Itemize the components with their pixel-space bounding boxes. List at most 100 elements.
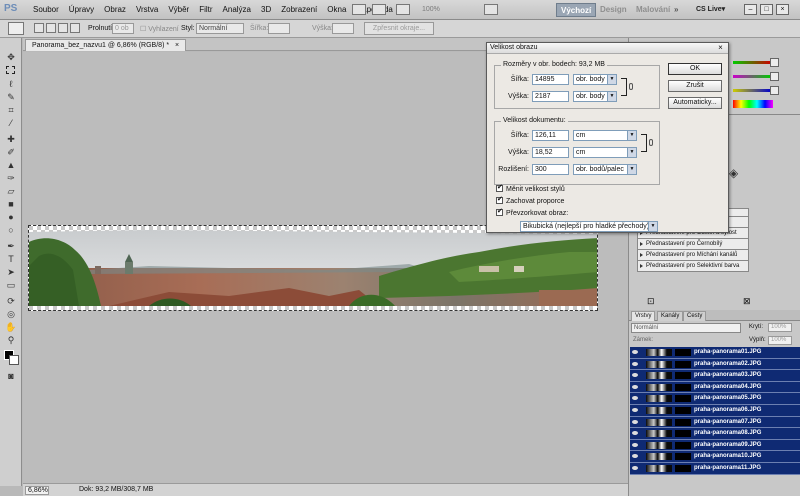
- path-selection-icon[interactable]: ➤: [5, 267, 17, 277]
- blend-mode-select[interactable]: Normální: [631, 323, 741, 333]
- fill-input[interactable]: 100%: [768, 336, 792, 345]
- eye-icon[interactable]: [632, 350, 638, 354]
- doc-width-unit-select[interactable]: cm ▼: [573, 130, 637, 141]
- hand-tool-icon[interactable]: ✋: [5, 322, 17, 332]
- menu-3d[interactable]: 3D: [256, 5, 276, 14]
- doc-height-unit-select[interactable]: cm ▼: [573, 147, 637, 158]
- pixel-width-unit-select[interactable]: obr. body ▼: [573, 74, 617, 85]
- adjustment-preset-item[interactable]: Přednastavení pro Míchání kanálů: [637, 250, 749, 261]
- quick-mask-icon[interactable]: ◙: [5, 371, 17, 381]
- eye-icon[interactable]: [632, 373, 638, 378]
- crop-tool-icon[interactable]: ⌗: [5, 105, 17, 115]
- adjustment-icon[interactable]: ◈: [729, 166, 738, 180]
- launch-minibridge-icon[interactable]: [372, 4, 386, 15]
- layer-row[interactable]: praha-panorama01.JPG: [630, 347, 800, 359]
- pen-tool-icon[interactable]: ✒: [5, 241, 17, 251]
- height-input[interactable]: [332, 23, 354, 34]
- layer-row[interactable]: praha-panorama11.JPG: [630, 462, 800, 475]
- cs-live-button[interactable]: CS Live▾: [696, 5, 725, 13]
- dialog-close-icon[interactable]: ×: [716, 44, 725, 53]
- clone-stamp-icon[interactable]: ▲: [5, 160, 17, 170]
- auto-button[interactable]: Automaticky...: [668, 97, 722, 109]
- width-input[interactable]: [268, 23, 290, 34]
- layer-row[interactable]: praha-panorama10.JPG: [630, 451, 800, 463]
- marquee-tool-icon[interactable]: [6, 66, 15, 74]
- red-slider-track[interactable]: [733, 61, 771, 64]
- clip-layer-icon[interactable]: ⊡: [647, 296, 655, 307]
- layer-row[interactable]: praha-panorama02.JPG: [630, 358, 800, 371]
- opacity-input[interactable]: 100%: [768, 323, 792, 332]
- restore-icon[interactable]: □: [760, 4, 773, 15]
- dodge-tool-icon[interactable]: ○: [5, 225, 17, 235]
- adjustment-preset-item[interactable]: Přednastavení pro Selektivní barva: [637, 261, 749, 272]
- adjustment-delete-icon[interactable]: ⊠: [743, 296, 751, 307]
- style-select[interactable]: Normální: [196, 23, 244, 34]
- eye-icon[interactable]: [632, 431, 638, 436]
- panorama-image[interactable]: [28, 225, 598, 311]
- lasso-tool-icon[interactable]: ℓ: [5, 79, 17, 89]
- background-color-swatch[interactable]: [9, 355, 19, 365]
- resample-checkbox[interactable]: Převzorkovat obraz:: [496, 208, 568, 217]
- zoom-tool-icon[interactable]: ⚲: [5, 335, 17, 345]
- workspace-painting[interactable]: Malování: [632, 3, 674, 17]
- antialias-checkbox[interactable]: ☐ Vyhlazení: [140, 25, 179, 33]
- blue-slider-value[interactable]: [770, 86, 779, 95]
- eraser-tool-icon[interactable]: ▱: [5, 186, 17, 196]
- green-slider-track[interactable]: [733, 75, 771, 78]
- menu-obraz[interactable]: Obraz: [99, 5, 131, 14]
- color-spectrum[interactable]: [733, 100, 773, 108]
- scale-styles-checkbox[interactable]: Měnit velikost stylů: [496, 184, 565, 193]
- ok-button[interactable]: OK: [668, 63, 722, 75]
- menu-vyber[interactable]: Výběr: [163, 5, 194, 14]
- type-tool-icon[interactable]: T: [5, 254, 17, 264]
- workspace-default[interactable]: Výchozí: [556, 3, 597, 17]
- shape-tool-icon[interactable]: ▭: [5, 280, 17, 290]
- menu-upravy[interactable]: Úpravy: [64, 5, 99, 14]
- resolution-input[interactable]: 300: [532, 164, 569, 175]
- document-tab[interactable]: Panorama_bez_nazvu1 @ 6,86% (RGB/8) * ×: [25, 39, 187, 51]
- tab-layers[interactable]: Vrstvy: [631, 311, 656, 321]
- arrange-documents-icon[interactable]: [396, 4, 410, 15]
- doc-height-input[interactable]: 18,52: [532, 147, 569, 158]
- adjustment-preset-item[interactable]: Přednastavení pro Černobílý: [637, 239, 749, 250]
- menu-zobrazeni[interactable]: Zobrazení: [276, 5, 322, 14]
- menu-analyza[interactable]: Analýza: [218, 5, 256, 14]
- eye-icon[interactable]: [632, 384, 638, 389]
- intersect-selection-icon[interactable]: [70, 23, 80, 33]
- add-selection-icon[interactable]: [46, 23, 56, 33]
- eye-icon[interactable]: [632, 442, 638, 447]
- pixel-height-input[interactable]: 2187: [532, 91, 569, 102]
- red-slider-value[interactable]: [770, 58, 779, 67]
- layer-row[interactable]: praha-panorama07.JPG: [630, 416, 800, 429]
- zoom-readout[interactable]: 100%: [422, 6, 440, 13]
- status-zoom-input[interactable]: 6,86%: [25, 486, 49, 495]
- constrain-proportions-checkbox[interactable]: Zachovat proporce: [496, 196, 564, 205]
- history-brush-icon[interactable]: ✑: [5, 173, 17, 183]
- eye-icon[interactable]: [632, 396, 638, 401]
- layer-row[interactable]: praha-panorama05.JPG: [630, 393, 800, 405]
- new-selection-icon[interactable]: [34, 23, 44, 33]
- blue-slider-track[interactable]: [733, 89, 771, 92]
- close-window-icon[interactable]: ×: [776, 4, 789, 15]
- green-slider-value[interactable]: [770, 72, 779, 81]
- menu-filtr[interactable]: Filtr: [194, 5, 217, 14]
- refine-edge-button[interactable]: Zpřesnit okraje...: [364, 22, 434, 35]
- minimize-icon[interactable]: –: [744, 4, 757, 15]
- launch-bridge-icon[interactable]: [352, 4, 366, 15]
- status-doc-size[interactable]: Dok: 93,2 MB/308,7 MB: [79, 486, 153, 493]
- doc-width-input[interactable]: 126,11: [532, 130, 569, 141]
- menu-okna[interactable]: Okna: [322, 5, 351, 14]
- eyedropper-tool-icon[interactable]: ⁄: [5, 118, 17, 128]
- tool-preset-icon[interactable]: [8, 22, 24, 35]
- menu-vrstva[interactable]: Vrstva: [131, 5, 163, 14]
- document-tab-close-icon[interactable]: ×: [175, 42, 179, 49]
- pixel-height-unit-select[interactable]: obr. body ▼: [573, 91, 617, 102]
- cancel-button[interactable]: Zrušit: [668, 80, 722, 92]
- eye-icon[interactable]: [632, 465, 638, 470]
- brush-tool-icon[interactable]: ✐: [5, 147, 17, 157]
- quick-selection-icon[interactable]: ✎: [5, 92, 17, 102]
- healing-brush-icon[interactable]: ✚: [5, 134, 17, 144]
- menu-soubor[interactable]: Soubor: [28, 5, 64, 14]
- screen-mode-icon[interactable]: [484, 4, 498, 15]
- blur-tool-icon[interactable]: ●: [5, 212, 17, 222]
